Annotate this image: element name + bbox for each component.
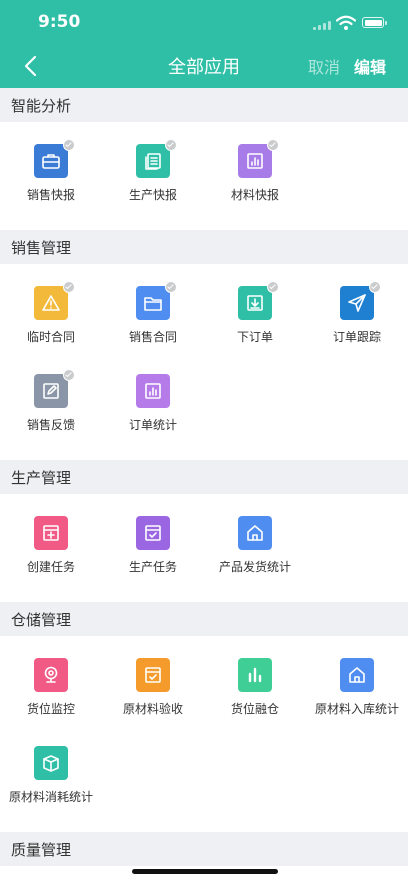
app-tile-label: 货位监控 <box>26 702 75 716</box>
app-icon-tile <box>238 516 272 550</box>
app-icon-tile <box>34 746 68 780</box>
wifi-icon <box>336 15 356 30</box>
app-tile-label: 原材料消耗统计 <box>8 790 93 804</box>
check-badge-icon[interactable] <box>63 139 75 151</box>
nav-bar: 全部应用 取消 编辑 <box>0 48 408 84</box>
house-icon <box>247 525 263 541</box>
app-tile-label: 销售快报 <box>26 188 75 202</box>
folder-icon <box>144 297 162 311</box>
battery-icon <box>362 17 387 28</box>
section-title: 销售管理 <box>11 239 72 257</box>
section-header: 生产管理 <box>0 460 408 494</box>
app-tile[interactable]: 创建任务 <box>0 516 102 586</box>
box-icon <box>43 755 59 772</box>
app-icon-tile <box>136 516 170 550</box>
app-tile-label: 下订单 <box>236 330 273 344</box>
send-icon <box>348 294 366 312</box>
app-icon-tile <box>34 374 68 408</box>
warning-icon <box>42 295 60 311</box>
app-icon-tile <box>340 286 374 320</box>
report-icon <box>145 153 161 170</box>
check-badge-icon[interactable] <box>165 281 177 293</box>
section-title: 生产管理 <box>11 469 72 487</box>
app-tile-label: 临时合同 <box>26 330 75 344</box>
app-icon-tile <box>238 286 272 320</box>
app-tile-label: 订单跟踪 <box>332 330 381 344</box>
header-bar: 9:50 全部应用 取消 编辑 <box>0 0 408 88</box>
home-indicator <box>132 869 278 874</box>
app-tile-label: 生产任务 <box>128 560 177 574</box>
edit-button[interactable]: 编辑 <box>354 54 386 78</box>
bars-icon <box>248 667 262 683</box>
check-badge-icon[interactable] <box>63 281 75 293</box>
cellular-signal-icon <box>313 20 333 30</box>
app-tile-label: 订单统计 <box>128 418 177 432</box>
download-icon <box>247 295 263 311</box>
app-icon-tile <box>136 144 170 178</box>
app-tile[interactable]: 临时合同 <box>0 281 102 356</box>
section-title: 质量管理 <box>11 841 72 859</box>
app-tile[interactable]: 原材料验收 <box>102 658 204 728</box>
section-title: 智能分析 <box>11 97 72 115</box>
app-tile[interactable]: 材料快报 <box>204 139 306 214</box>
app-icon-tile <box>238 658 272 692</box>
app-tile[interactable]: 原材料消耗统计 <box>0 746 102 816</box>
check-badge-icon[interactable] <box>369 281 381 293</box>
app-tile-label: 生产快报 <box>128 188 177 202</box>
app-tile[interactable]: 原材料入库统计 <box>306 658 408 728</box>
app-tile[interactable]: 下订单 <box>204 281 306 356</box>
check-badge-icon[interactable] <box>267 281 279 293</box>
app-tile-label: 创建任务 <box>26 560 75 574</box>
webcam-icon <box>44 666 58 683</box>
app-tile[interactable]: 生产任务 <box>102 516 204 586</box>
app-tile[interactable]: 生产快报 <box>102 139 204 214</box>
check-badge-icon[interactable] <box>267 139 279 151</box>
app-tile[interactable]: 订单跟踪 <box>306 281 408 356</box>
app-tile-label: 材料快报 <box>230 188 279 202</box>
app-icon-tile <box>136 658 170 692</box>
section-header: 智能分析 <box>0 88 408 122</box>
app-icon-tile <box>34 144 68 178</box>
app-icon-tile <box>34 516 68 550</box>
section-header: 质量管理 <box>0 832 408 866</box>
cancel-button[interactable]: 取消 <box>308 54 340 78</box>
check-window-icon <box>145 667 161 683</box>
app-tile[interactable]: 货位融仓 <box>204 658 306 728</box>
app-tile-label: 销售合同 <box>128 330 177 344</box>
edit-icon <box>43 383 59 399</box>
app-tile-label: 货位融仓 <box>230 702 279 716</box>
app-tile[interactable]: 销售反馈 <box>0 369 102 444</box>
check-window-icon <box>145 525 161 541</box>
briefcase-icon <box>42 154 60 169</box>
page-title: 全部应用 <box>168 57 240 78</box>
add-window-icon <box>43 525 59 541</box>
app-tile-label: 产品发货统计 <box>218 560 291 574</box>
app-icon-tile <box>34 286 68 320</box>
app-tile[interactable]: 订单统计 <box>102 374 204 444</box>
app-tile[interactable]: 产品发货统计 <box>204 516 306 586</box>
section-header: 仓储管理 <box>0 602 408 636</box>
app-icon-tile <box>136 286 170 320</box>
status-bar: 9:50 <box>0 12 408 36</box>
app-icon-tile <box>34 658 68 692</box>
house-icon <box>349 667 365 683</box>
app-icon-tile <box>238 144 272 178</box>
bar-chart-icon <box>247 153 263 169</box>
check-badge-icon[interactable] <box>165 139 177 151</box>
app-icon-tile <box>340 658 374 692</box>
app-tile[interactable]: 销售快报 <box>0 139 102 214</box>
app-tile-label: 原材料验收 <box>122 702 183 716</box>
app-tile-label: 原材料入库统计 <box>314 702 399 716</box>
app-tile-label: 销售反馈 <box>26 418 75 432</box>
section-title: 仓储管理 <box>11 611 72 629</box>
bar-chart-icon <box>145 383 161 399</box>
section-header: 销售管理 <box>0 230 408 264</box>
app-tile[interactable]: 销售合同 <box>102 281 204 356</box>
check-badge-icon[interactable] <box>63 369 75 381</box>
app-icon-tile <box>136 374 170 408</box>
status-time: 9:50 <box>38 12 81 32</box>
app-tile[interactable]: 货位监控 <box>0 658 102 728</box>
